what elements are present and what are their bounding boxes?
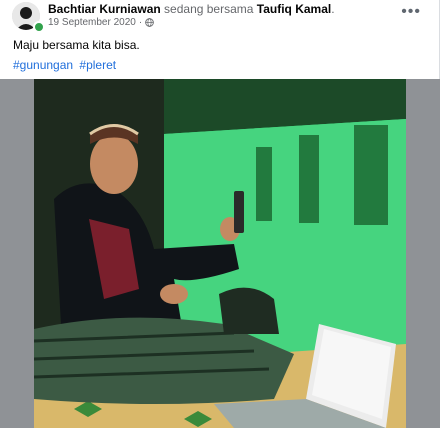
online-status-dot [33, 21, 45, 33]
globe-icon [145, 18, 155, 27]
post-photo-container[interactable] [0, 79, 440, 428]
post-meta: 19 September 2020 · [48, 17, 155, 28]
with-text: sedang bersama [164, 2, 254, 16]
hashtag-pleret[interactable]: #pleret [79, 58, 116, 72]
hashtags: #gunungan #pleret [13, 58, 119, 72]
header-period: . [331, 2, 335, 16]
meta-separator: · [138, 17, 143, 28]
hashtag-gunungan[interactable]: #gunungan [13, 58, 73, 72]
post-text: Maju bersama kita bisa. [13, 38, 140, 52]
post-card: Bachtiar Kurniawan sedang bersama Taufiq… [0, 0, 440, 428]
more-options-icon[interactable]: ••• [401, 4, 421, 20]
post-date[interactable]: 19 September 2020 [48, 17, 136, 28]
tagged-name[interactable]: Taufiq Kamal [257, 2, 331, 16]
post-header: Bachtiar Kurniawan sedang bersama Taufiq… [48, 2, 335, 16]
author-name[interactable]: Bachtiar Kurniawan [48, 2, 161, 16]
post-photo[interactable] [34, 79, 406, 428]
